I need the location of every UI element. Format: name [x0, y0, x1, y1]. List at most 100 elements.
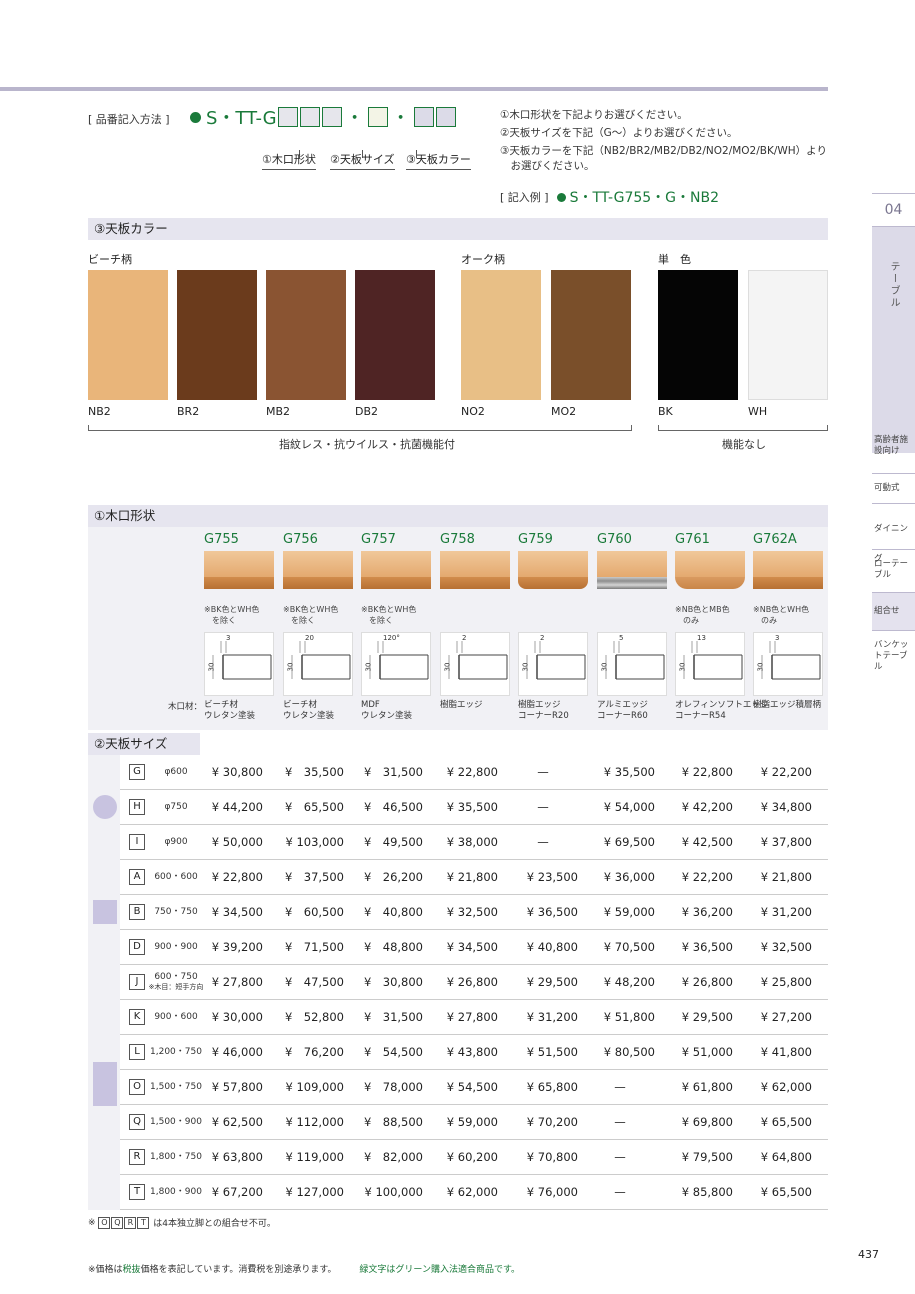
footnote-code: R — [124, 1216, 137, 1229]
edge-sample-image — [518, 551, 588, 591]
price-cell: ¥ 40,800 — [363, 905, 423, 919]
edge-dimension-label: 13 — [697, 634, 706, 642]
price-cell: ¥ 65,500 — [284, 800, 344, 814]
edge-height-label: 30 — [756, 662, 765, 672]
price-cell: ¥ 22,800 — [211, 870, 263, 884]
group-oak: オーク柄 — [461, 253, 505, 266]
price-cell: ¥ 51,500 — [526, 1045, 578, 1059]
side-item-movable[interactable]: 可動式 — [872, 474, 915, 504]
price-cell: — — [537, 765, 549, 779]
table-row: R 1,800・750 ¥ 63,800 ¥ 119,000 ¥ 82,000 ¥ 60,… — [120, 1140, 828, 1175]
side-item-combination[interactable]: 組合せ — [872, 593, 915, 631]
price-cell: ¥ 70,500 — [603, 940, 655, 954]
price-cell: ¥ 71,500 — [284, 940, 344, 954]
instruction-3b: お選びください。 — [500, 160, 595, 172]
order-code: S・TT-G ・ ・ — [190, 104, 457, 130]
price-cell: ¥ 62,000 — [446, 1185, 498, 1199]
price-cell: ¥ 26,800 — [446, 975, 498, 989]
edge-height-label: 30 — [600, 662, 609, 672]
color-box — [413, 107, 434, 127]
table-row: T 1,800・900 ¥ 67,200 ¥ 127,000 ¥ 100,000 ¥ 62… — [120, 1175, 828, 1210]
page-number: 437 — [858, 1248, 879, 1261]
table-row: L 1,200・750 ¥ 46,000 ¥ 76,200 ¥ 54,500 ¥ 43,8… — [120, 1035, 828, 1070]
edge-sample-image — [675, 551, 745, 591]
price-cell: ¥ 22,800 — [446, 765, 498, 779]
price-cell: ¥ 54,500 — [446, 1080, 498, 1094]
footnote-code: T — [137, 1216, 150, 1229]
color-name: WH — [748, 405, 768, 418]
price-cell: ¥ 36,200 — [681, 905, 733, 919]
green-dot-icon — [556, 192, 566, 202]
price-cell: ¥ 31,200 — [526, 1010, 578, 1024]
instruction-1: ①木口形状を下記よりお選びください。 — [500, 109, 688, 121]
price-cell: ¥ 48,200 — [603, 975, 655, 989]
price-cell: ¥ 41,800 — [760, 1045, 812, 1059]
edge-box — [321, 107, 342, 127]
feature-span-line — [658, 425, 828, 431]
price-cell: ¥ 59,000 — [446, 1115, 498, 1129]
price-cell: — — [614, 1080, 626, 1094]
edge-box — [277, 107, 298, 127]
price-cell: ¥ 67,200 — [211, 1185, 263, 1199]
separator: ・ — [345, 108, 364, 129]
price-cell: ¥ 27,800 — [446, 1010, 498, 1024]
price-cell: ¥ 52,800 — [284, 1010, 344, 1024]
edge-color-note: ※BK色とWH色 を除く — [204, 605, 260, 625]
price-cell: ¥ 51,800 — [603, 1010, 655, 1024]
green-purchase-note: 緑文字はグリーン購入法適合商品です。 — [359, 1265, 521, 1275]
side-item-low-table[interactable]: ローテーブル — [872, 557, 915, 593]
edge-color-note: ※BK色とWH色 を除く — [283, 605, 339, 625]
price-cell: ¥ 30,800 — [211, 765, 263, 779]
price-cell: ¥ 61,800 — [681, 1080, 733, 1094]
price-cell: ¥ 80,500 — [603, 1045, 655, 1059]
price-cell: ¥ 23,500 — [526, 870, 578, 884]
size-code: J — [129, 974, 145, 990]
price-cell: ¥ 70,200 — [526, 1115, 578, 1129]
size-code: L — [129, 1044, 145, 1060]
edge-material: MDF ウレタン塗装 — [361, 700, 413, 721]
price-cell: ¥ 26,200 — [363, 870, 423, 884]
instruction-3: ③天板カラーを下記（NB2/BR2/MB2/DB2/NO2/MO2/BK/WH）… — [500, 145, 827, 157]
price-cell: ¥ 88,500 — [363, 1115, 423, 1129]
top-divider — [0, 87, 828, 91]
footnote-mark: ※ — [88, 1217, 96, 1228]
table-row: J 600・750 ※木目：短手方向 ¥ 27,800 ¥ 47,500 ¥ 30,800… — [120, 965, 828, 1000]
price-cell: ¥ 43,800 — [446, 1045, 498, 1059]
order-part-size: ②天板サイズ — [330, 151, 395, 170]
price-cell: ¥ 69,800 — [681, 1115, 733, 1129]
price-cell: ¥ 48,800 — [363, 940, 423, 954]
price-cell: ¥ 109,000 — [285, 1080, 344, 1094]
price-cell: ¥ 112,000 — [285, 1115, 344, 1129]
price-cell: ¥ 36,000 — [603, 870, 655, 884]
price-cell: ¥ 39,200 — [211, 940, 263, 954]
side-item-elderly[interactable]: 高齢者施設向け — [872, 434, 915, 474]
chapter-tab-table[interactable]: テーブル — [872, 227, 915, 453]
price-cell: ¥ 85,800 — [681, 1185, 733, 1199]
price-cell: ¥ 103,000 — [285, 835, 344, 849]
group-beech: ビーチ柄 — [88, 253, 132, 266]
color-swatch-mb2 — [266, 270, 346, 400]
color-swatch-bk — [658, 270, 738, 400]
price-cell: ¥ 76,200 — [284, 1045, 344, 1059]
price-cell: ¥ 34,500 — [211, 905, 263, 919]
price-cell: ¥ 47,500 — [284, 975, 344, 989]
edge-dimension-label: 3 — [775, 634, 780, 642]
price-cell: ¥ 79,500 — [681, 1150, 733, 1164]
price-cell: ¥ 54,000 — [603, 800, 655, 814]
size-code: G — [129, 764, 145, 780]
edge-code: G755 — [204, 532, 239, 547]
price-note-2: 価格を表記しています。消費税を別途承ります。 — [140, 1265, 337, 1275]
price-cell: ¥ 78,000 — [363, 1080, 423, 1094]
edge-code: G762A — [753, 532, 797, 547]
side-item-banquet[interactable]: バンケットテーブル — [872, 640, 915, 672]
price-cell: ¥ 60,200 — [446, 1150, 498, 1164]
price-cell: ¥ 34,800 — [760, 800, 812, 814]
side-item-dining[interactable]: ダイニング — [872, 514, 915, 564]
edge-sample-image — [440, 551, 510, 591]
price-cell: ¥ 50,000 — [211, 835, 263, 849]
price-cell: ¥ 64,800 — [760, 1150, 812, 1164]
square-shape-icon — [93, 900, 117, 924]
price-cell: ¥ 36,500 — [681, 940, 733, 954]
price-cell: ¥ 30,000 — [211, 1010, 263, 1024]
edge-height-label: 30 — [207, 662, 216, 672]
